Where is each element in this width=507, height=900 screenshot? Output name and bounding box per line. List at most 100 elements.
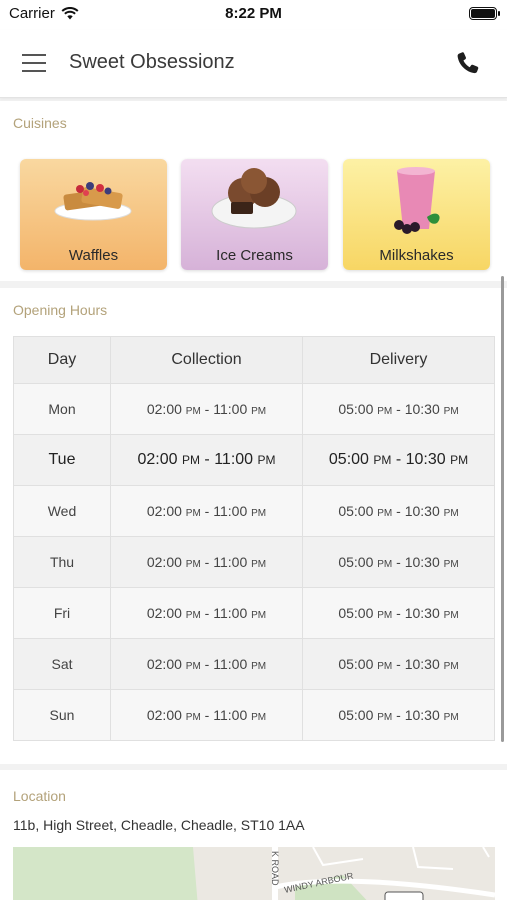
time-period: PM [251,406,267,417]
day-cell: Thu [13,536,111,588]
delivery-hours-cell: 05:00 PM - 10:30 PM [302,689,495,741]
time-period: PM [450,453,469,467]
time-period: PM [185,508,201,519]
time-period: PM [377,712,393,723]
time-period: PM [443,508,459,519]
scrollbar[interactable] [501,276,504,742]
collection-hours-cell: 02:00 PM - 11:00 PM [110,587,303,639]
time-period: PM [251,661,267,672]
cuisines-title: Cuisines [13,115,67,131]
time-value: 10:30 [404,707,440,723]
time-value: 05:00 [338,656,374,672]
time-period: PM [443,712,459,723]
delivery-hours-cell: 05:00 PM - 10:30 PM [302,485,495,537]
time-period: PM [185,610,201,621]
time-period: PM [257,453,276,467]
time-value: 02:00 [146,707,182,723]
day-cell: Tue [13,434,111,486]
time-period: PM [185,712,201,723]
map-road-label: K ROAD [270,851,280,886]
time-value: 05:00 [328,451,369,468]
time-value: 10:30 [405,451,446,468]
time-period: PM [251,508,267,519]
time-value: 11:00 [213,656,248,672]
time-value: 11:00 [213,503,248,519]
time-period: PM [377,508,393,519]
time-period: PM [443,661,459,672]
day-cell: Sun [13,689,111,741]
collection-hours-cell: 02:00 PM - 11:00 PM [110,638,303,690]
time-period: PM [251,712,267,723]
location-section: Location 11b, High Street, Cheadle, Chea… [0,770,507,900]
time-period: PM [373,453,392,467]
time-value: 05:00 [338,707,374,723]
time-period: PM [185,406,201,417]
cuisine-label: Milkshakes [379,247,454,264]
opening-hours-section: Opening Hours Day Collection Delivery Mo… [0,276,507,764]
cuisine-card-ice-creams[interactable]: Ice Creams [181,159,328,270]
time-period: PM [251,610,267,621]
time-value: 11:00 [213,707,248,723]
location-map[interactable]: K ROAD WINDY ARBOUR [13,847,495,900]
page-title: Sweet Obsessionz [69,51,235,73]
location-title: Location [13,788,66,804]
opening-hours-table: Day Collection Delivery Mon 02:00 PM - 11… [13,336,495,741]
delivery-hours-cell: 05:00 PM - 10:30 PM [302,536,495,588]
collection-hours-cell: 02:00 PM - 11:00 PM [110,689,303,741]
opening-hours-title: Opening Hours [13,302,108,318]
time-value: 10:30 [404,401,440,417]
battery-icon [469,7,500,20]
time-value: 05:00 [338,401,374,417]
time-value: 02:00 [146,656,182,672]
time-period: PM [377,406,393,417]
time-value: 10:30 [404,554,440,570]
time-period: PM [185,559,201,570]
day-cell: Wed [13,485,111,537]
time-period: PM [377,559,393,570]
time-value: 11:00 [213,605,248,621]
time-value: 02:00 [146,401,182,417]
time-period: PM [443,610,459,621]
table-row: Wed 02:00 PM - 11:00 PM 05:00 PM - 10:30 P… [13,485,495,537]
collection-hours-cell: 02:00 PM - 11:00 PM [110,434,303,486]
time-period: PM [377,661,393,672]
time-period: PM [443,406,459,417]
column-header-day: Day [13,336,111,384]
time-value: 05:00 [338,554,374,570]
time-value: 11:00 [213,554,248,570]
time-period: PM [377,610,393,621]
map-image: K ROAD WINDY ARBOUR [13,847,495,900]
cuisine-card-waffles[interactable]: Waffles [20,159,167,270]
table-row: Fri 02:00 PM - 11:00 PM 05:00 PM - 10:30 P… [13,587,495,639]
time-value: 02:00 [137,451,178,468]
status-bar: Carrier 8:22 PM [0,0,507,30]
phone-icon[interactable] [455,50,481,76]
column-header-collection: Collection [110,336,303,384]
time-value: 10:30 [404,503,440,519]
day-cell: Fri [13,587,111,639]
delivery-hours-cell: 05:00 PM - 10:30 PM [302,383,495,435]
time-value: 11:00 [213,401,248,417]
cuisines-section: Cuisines Waffles Ice Creams Milkshakes [0,101,507,281]
collection-hours-cell: 02:00 PM - 11:00 PM [110,485,303,537]
cuisine-card-milkshakes[interactable]: Milkshakes [343,159,490,270]
table-row: Mon 02:00 PM - 11:00 PM 05:00 PM - 10:30 P… [13,383,495,435]
time-value: 10:30 [404,656,440,672]
time-value: 05:00 [338,503,374,519]
cuisine-label: Ice Creams [216,247,293,264]
collection-hours-cell: 02:00 PM - 11:00 PM [110,536,303,588]
address-text: 11b, High Street, Cheadle, Cheadle, ST10… [13,817,305,833]
header: Sweet Obsessionz [0,30,507,98]
time-period: PM [181,453,200,467]
cuisine-label: Waffles [68,247,119,264]
time-value: 02:00 [146,605,182,621]
time-period: PM [443,559,459,570]
day-cell: Sat [13,638,111,690]
table-row: Tue 02:00 PM - 11:00 PM 05:00 PM - 10:30 P… [13,434,495,486]
time-value: 05:00 [338,605,374,621]
time-value: 11:00 [214,451,254,468]
time-value: 02:00 [146,503,182,519]
column-header-delivery: Delivery [302,336,495,384]
hamburger-menu-icon[interactable] [22,50,48,76]
table-row: Thu 02:00 PM - 11:00 PM 05:00 PM - 10:30 P… [13,536,495,588]
